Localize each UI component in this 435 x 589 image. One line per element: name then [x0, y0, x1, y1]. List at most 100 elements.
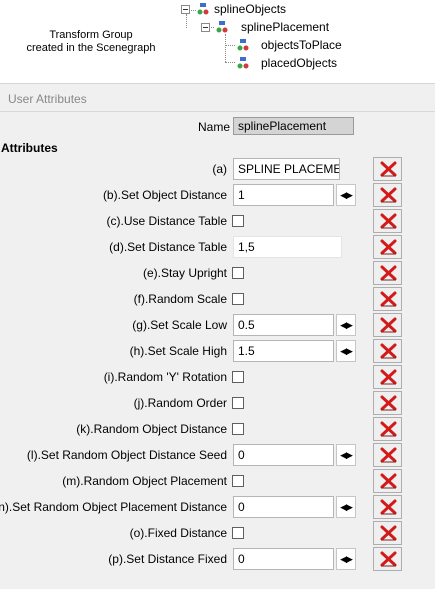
attribute-checkbox[interactable] [232, 397, 244, 409]
delete-attribute-button[interactable] [373, 183, 402, 207]
delete-attribute-button[interactable] [373, 417, 402, 441]
attribute-label: (h).Set Scale High [129, 344, 227, 358]
transform-group-node-icon [237, 39, 249, 51]
attribute-label: (n).Set Random Object Placement Distance [0, 500, 227, 514]
red-x-delete-icon [380, 239, 397, 255]
attribute-number-field[interactable]: 1 [233, 184, 334, 206]
name-field[interactable]: splinePlacement [233, 117, 354, 135]
attribute-number-field[interactable]: 0.5 [233, 314, 334, 336]
red-x-delete-icon [380, 395, 397, 411]
red-x-delete-icon [380, 499, 397, 515]
expand-toggle-splineobjects[interactable] [181, 5, 190, 14]
attribute-row: (g).Set Scale Low 0.5 ◀▶ [0, 313, 435, 339]
attribute-label: (g).Set Scale Low [132, 318, 227, 332]
left-right-arrows-icon[interactable]: ◀▶ [336, 314, 356, 336]
attribute-checkbox[interactable] [232, 267, 244, 279]
delete-attribute-button[interactable] [373, 287, 402, 311]
delete-attribute-button[interactable] [373, 521, 402, 545]
left-right-arrows-icon[interactable]: ◀▶ [336, 496, 356, 518]
caption-line-2: created in the Scenegraph [26, 42, 156, 54]
attribute-checkbox[interactable] [232, 527, 244, 539]
transform-group-node-icon [197, 3, 209, 15]
attribute-label: (m).Random Object Placement [62, 474, 227, 488]
attribute-row: (a) SPLINE PLACEMEN [0, 157, 435, 183]
attribute-checkbox[interactable] [232, 475, 244, 487]
caption-line-1: Transform Group [49, 29, 133, 41]
left-right-arrows-icon[interactable]: ◀▶ [336, 548, 356, 570]
red-x-delete-icon [380, 473, 397, 489]
attribute-label: (o).Fixed Distance [129, 526, 227, 540]
attribute-label: (c).Use Distance Table [106, 214, 228, 228]
attribute-label: (e).Stay Upright [142, 266, 227, 280]
attribute-number-field[interactable]: 0 [233, 496, 334, 518]
attribute-checkbox[interactable] [232, 293, 244, 305]
red-x-delete-icon [380, 525, 397, 541]
transform-group-node-icon [216, 21, 228, 33]
name-label: Name [197, 120, 230, 134]
attributes-heading: Attributes [1, 141, 58, 155]
tree-node-splineplacement[interactable]: splinePlacement [241, 20, 329, 34]
red-x-delete-icon [380, 317, 397, 333]
tree-node-placedobjects[interactable]: placedObjects [261, 56, 337, 70]
attribute-row: (o).Fixed Distance [0, 521, 435, 547]
panel-title: User Attributes [8, 92, 87, 106]
attribute-label: (p).Set Distance Fixed [108, 552, 227, 566]
attribute-number-field[interactable]: 0 [233, 444, 334, 466]
attribute-row: (c).Use Distance Table [0, 209, 435, 235]
attribute-row: (b).Set Object Distance 1 ◀▶ [0, 183, 435, 209]
delete-attribute-button[interactable] [373, 365, 402, 389]
delete-attribute-button[interactable] [373, 209, 402, 233]
left-right-arrows-icon[interactable]: ◀▶ [336, 444, 356, 466]
tree-node-objectstoplace[interactable]: objectsToPlace [261, 38, 342, 52]
attribute-text-field[interactable]: SPLINE PLACEMEN [233, 158, 340, 180]
attribute-row: (f).Random Scale [0, 287, 435, 313]
attribute-label: (i).Random 'Y' Rotation [103, 370, 227, 384]
attribute-row: (k).Random Object Distance [0, 417, 435, 443]
red-x-delete-icon [380, 161, 397, 177]
delete-attribute-button[interactable] [373, 495, 402, 519]
attribute-text-field[interactable]: 1,5 [233, 236, 342, 258]
delete-attribute-button[interactable] [373, 313, 402, 337]
attribute-label: (f).Random Scale [133, 292, 227, 306]
red-x-delete-icon [380, 187, 397, 203]
delete-attribute-button[interactable] [373, 391, 402, 415]
attribute-label: (b).Set Object Distance [102, 188, 227, 202]
delete-attribute-button[interactable] [373, 261, 402, 285]
attribute-label: (a) [212, 162, 227, 176]
attribute-row: (h).Set Scale High 1.5 ◀▶ [0, 339, 435, 365]
attribute-row: (i).Random 'Y' Rotation [0, 365, 435, 391]
attribute-row: (m).Random Object Placement [0, 469, 435, 495]
red-x-delete-icon [380, 447, 397, 463]
attribute-checkbox[interactable] [232, 423, 244, 435]
red-x-delete-icon [380, 369, 397, 385]
delete-attribute-button[interactable] [373, 443, 402, 467]
transform-group-node-icon [237, 57, 249, 69]
red-x-delete-icon [380, 551, 397, 567]
attribute-row: (l).Set Random Object Distance Seed 0 ◀▶ [0, 443, 435, 469]
attribute-number-field[interactable]: 1.5 [233, 340, 334, 362]
delete-attribute-button[interactable] [373, 547, 402, 571]
attribute-label: (l).Set Random Object Distance Seed [26, 448, 227, 462]
attribute-checkbox[interactable] [232, 215, 244, 227]
delete-attribute-button[interactable] [373, 339, 402, 363]
attribute-label: (j).Random Order [133, 396, 227, 410]
expand-toggle-splineplacement[interactable] [201, 23, 210, 32]
attribute-label: (d).Set Distance Table [109, 240, 227, 254]
delete-attribute-button[interactable] [373, 157, 402, 181]
attribute-checkbox[interactable] [232, 371, 244, 383]
left-right-arrows-icon[interactable]: ◀▶ [336, 340, 356, 362]
attribute-number-field[interactable]: 0 [233, 548, 334, 570]
scenegraph-area: Transform Group created in the Scenegrap… [0, 0, 435, 78]
tree-node-splineobjects[interactable]: splineObjects [214, 2, 286, 16]
attribute-label: (k).Random Object Distance [76, 422, 227, 436]
delete-attribute-button[interactable] [373, 469, 402, 493]
user-attributes-panel: User Attributes Name splinePlacement Att… [0, 83, 435, 589]
attribute-row: (j).Random Order [0, 391, 435, 417]
delete-attribute-button[interactable] [373, 235, 402, 259]
red-x-delete-icon [380, 343, 397, 359]
attribute-row: (p).Set Distance Fixed 0 ◀▶ [0, 547, 435, 573]
red-x-delete-icon [380, 265, 397, 281]
panel-divider [0, 111, 435, 112]
left-right-arrows-icon[interactable]: ◀▶ [336, 184, 356, 206]
red-x-delete-icon [380, 213, 397, 229]
